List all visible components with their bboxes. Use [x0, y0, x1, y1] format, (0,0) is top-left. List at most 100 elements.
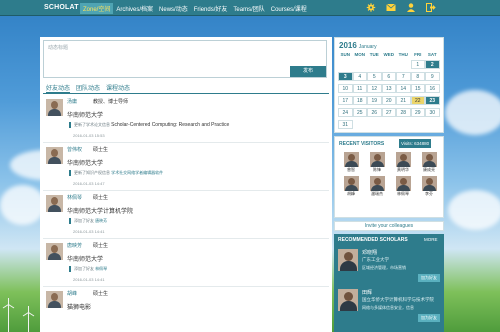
avatar[interactable] — [46, 291, 63, 308]
feed-action: 更新了学术论文信息 — [74, 122, 110, 127]
visitor-name[interactable]: 胡峰 — [338, 191, 364, 197]
calendar-day[interactable]: 31 — [338, 120, 353, 129]
calendar-day[interactable]: 14 — [396, 84, 411, 93]
visitor-name[interactable]: 潘瑞杰 — [364, 191, 390, 197]
calendar-day[interactable]: 7 — [396, 72, 411, 81]
avatar[interactable] — [421, 152, 437, 167]
feed-detail-link[interactable]: 林佩琴 — [95, 266, 107, 271]
avatar[interactable] — [46, 243, 63, 260]
visitor-name[interactable]: 康成亮 — [416, 167, 442, 173]
calendar-day[interactable]: 8 — [410, 72, 425, 81]
status-composer-input[interactable]: 动态标题 — [43, 40, 327, 78]
feed-detail-link[interactable]: 学术社交网络学者编辑器软件 — [111, 170, 163, 175]
visitor-name[interactable]: 曾智 — [338, 167, 364, 173]
nav-teams[interactable]: Teams/团队 — [230, 3, 267, 14]
calendar-day[interactable]: 11 — [352, 84, 367, 93]
user-profile-icon[interactable] — [406, 3, 416, 12]
visitor-name[interactable]: 李芬 — [416, 191, 442, 197]
avatar[interactable] — [343, 152, 359, 167]
calendar-day[interactable]: 3 — [338, 72, 353, 81]
visitor-item[interactable]: 林佩琴 — [390, 176, 416, 197]
avatar[interactable] — [421, 176, 437, 191]
nav-news[interactable]: News/动态 — [156, 3, 191, 14]
visitor-item[interactable]: 潘瑞杰 — [364, 176, 390, 197]
feed-author-name[interactable]: 唐映芳 — [67, 242, 82, 249]
calendar-day[interactable]: 17 — [338, 96, 353, 105]
calendar-day[interactable]: 4 — [352, 72, 367, 81]
calendar-day[interactable]: 6 — [381, 72, 396, 81]
calendar-day[interactable]: 23 — [425, 96, 440, 105]
visitor-name[interactable]: 黄明华 — [390, 167, 416, 173]
scholar-name[interactable]: 邓晓翔 — [362, 249, 377, 256]
feed-author-name[interactable]: 胡峰 — [67, 290, 77, 297]
calendar-day[interactable]: 1 — [410, 60, 425, 69]
tab-course-feed[interactable]: 课程动态 — [106, 83, 130, 93]
mail-icon[interactable] — [386, 3, 396, 12]
avatar[interactable] — [338, 289, 358, 311]
calendar-day[interactable]: 15 — [410, 84, 425, 93]
nav-friends[interactable]: Friends/好友 — [191, 3, 231, 14]
calendar-day[interactable]: 16 — [425, 84, 440, 93]
calendar-day[interactable]: 10 — [338, 84, 353, 93]
calendar-day[interactable]: 26 — [367, 108, 382, 117]
calendar-empty-cell — [367, 60, 382, 69]
avatar[interactable] — [46, 147, 63, 164]
calendar-day[interactable]: 25 — [352, 108, 367, 117]
calendar-day[interactable]: 5 — [367, 72, 382, 81]
feed-author-name[interactable]: 林佩琴 — [67, 194, 82, 201]
nav-zone[interactable]: Zone/空间 — [80, 3, 114, 14]
feed-author-name[interactable]: 曾伟权 — [67, 146, 82, 153]
avatar[interactable] — [46, 99, 63, 116]
avatar[interactable] — [395, 176, 411, 191]
add-friend-button[interactable]: 加为好友 — [418, 314, 440, 322]
calendar-day[interactable]: 2 — [425, 60, 440, 69]
visitor-item[interactable]: 胡峰 — [338, 176, 364, 197]
feed-detail-link[interactable]: 唐映芳 — [95, 218, 107, 223]
visitor-item[interactable]: 曾智 — [338, 152, 364, 173]
avatar[interactable] — [369, 176, 385, 191]
calendar-day[interactable]: 9 — [425, 72, 440, 81]
calendar-day[interactable]: 18 — [352, 96, 367, 105]
feed-author-name[interactable]: 汤庸 — [67, 98, 77, 105]
avatar[interactable] — [369, 152, 385, 167]
visitor-item[interactable]: 陈锋 — [364, 152, 390, 173]
visitor-item[interactable]: 康成亮 — [416, 152, 442, 173]
calendar-day[interactable]: 24 — [338, 108, 353, 117]
calendar-day[interactable]: 12 — [367, 84, 382, 93]
feed-detail-link[interactable]: Scholar-Centered Computing: Research and… — [111, 122, 229, 128]
nav-archives[interactable]: Archives/档案 — [113, 3, 156, 14]
avatar[interactable] — [46, 195, 63, 212]
post-button[interactable]: 发布 — [290, 66, 326, 77]
feed-author-title: 硕士生 — [93, 147, 109, 153]
invite-colleagues-button[interactable]: Invite your colleagues — [334, 221, 444, 231]
calendar-day[interactable]: 20 — [381, 96, 396, 105]
recommended-title: RECOMMENDED SCHOLARS — [338, 237, 408, 243]
logout-icon[interactable] — [426, 3, 436, 12]
calendar-day[interactable]: 13 — [381, 84, 396, 93]
more-link[interactable]: MORE — [424, 237, 438, 242]
avatar[interactable] — [395, 152, 411, 167]
calendar-day[interactable]: 28 — [396, 108, 411, 117]
visitor-name[interactable]: 林佩琴 — [390, 191, 416, 197]
calendar-day[interactable]: 30 — [425, 108, 440, 117]
settings-gear-icon[interactable] — [366, 3, 376, 12]
avatar[interactable] — [338, 249, 358, 271]
scholar-name[interactable]: 田辉 — [362, 289, 372, 296]
feed-item: 曾伟权 硕士生 华南师范大学 更新了知识产权信息 学术社交网络学者编辑器软件 2… — [43, 143, 329, 191]
visitor-item[interactable]: 黄明华 — [390, 152, 416, 173]
calendar-day[interactable]: 29 — [410, 108, 425, 117]
calendar-day[interactable]: 19 — [367, 96, 382, 105]
calendar-day[interactable]: 21 — [396, 96, 411, 105]
feed-item: 林佩琴 硕士生 华南师范大学计算机学院 添加了好友 唐映芳 2016-01-03… — [43, 191, 329, 239]
calendar-day[interactable]: 22 — [410, 96, 425, 105]
visitor-name[interactable]: 陈锋 — [364, 167, 390, 173]
nav-courses[interactable]: Courses/课程 — [268, 3, 310, 14]
tab-team-feed[interactable]: 团队动态 — [76, 83, 100, 93]
calendar-empty-cell — [353, 120, 368, 129]
calendar-day[interactable]: 27 — [381, 108, 396, 117]
avatar[interactable] — [343, 176, 359, 191]
visitor-item[interactable]: 李芬 — [416, 176, 442, 197]
brand-logo[interactable]: SCHOLAT — [44, 4, 79, 11]
add-friend-button[interactable]: 加为好友 — [418, 274, 440, 282]
tab-friends-feed[interactable]: 好友动态 — [46, 83, 71, 93]
